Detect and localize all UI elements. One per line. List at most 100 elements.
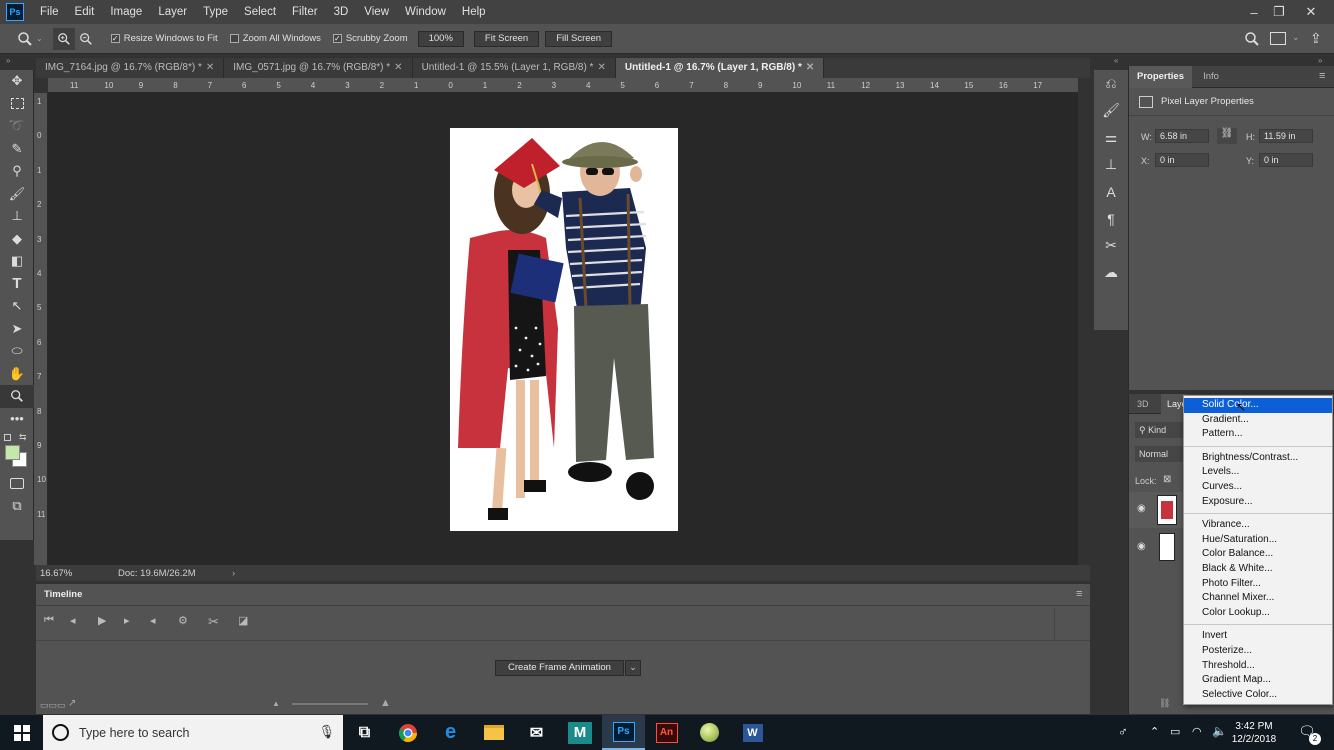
zoom-tool-icon[interactable] — [0, 385, 34, 408]
close-tab-icon[interactable]: ✕ — [806, 62, 814, 73]
resize-windows-checkbox[interactable]: ✓ Resize Windows to Fit — [110, 33, 218, 44]
menu-filter[interactable]: Filter — [284, 0, 326, 24]
menu-file[interactable]: File — [32, 0, 67, 24]
blend-mode-select[interactable]: Normal — [1135, 446, 1185, 462]
brush-settings-icon[interactable]: 🖌 — [1094, 97, 1128, 124]
search-icon[interactable] — [1244, 31, 1260, 50]
settings-gear-icon[interactable]: ⚙ — [178, 614, 188, 627]
layer-row-layer-1[interactable]: ◉ — [1129, 492, 1185, 528]
movie-maker-icon[interactable]: M — [568, 721, 592, 744]
tools-preset-icon[interactable]: ✂ — [1094, 232, 1128, 259]
workspace-icon[interactable] — [1270, 32, 1286, 45]
color-swatches[interactable]: ⇆ — [0, 430, 34, 472]
next-frame-icon[interactable]: ▸ — [124, 614, 130, 627]
menu-type[interactable]: Type — [195, 0, 236, 24]
link-layers-icon[interactable]: ⛓ — [1159, 698, 1170, 709]
close-tab-icon[interactable]: ✕ — [394, 62, 402, 73]
menu-item-black-white[interactable]: Black & White... — [1184, 562, 1332, 577]
close-button[interactable]: ✕ — [1297, 0, 1325, 24]
collapse-dock-icon[interactable]: « — [1114, 56, 1118, 65]
start-button[interactable] — [0, 715, 43, 750]
menu-item-solid-color[interactable]: Solid Color... — [1184, 398, 1332, 413]
type-tool-icon[interactable]: T — [0, 273, 34, 296]
zoom-all-windows-checkbox[interactable]: Zoom All Windows — [229, 33, 321, 44]
more-tools-icon[interactable]: ••• — [0, 408, 34, 431]
foreground-color-swatch[interactable] — [5, 445, 20, 460]
minimize-button[interactable]: – — [1240, 0, 1268, 24]
tab-info[interactable]: Info — [1195, 66, 1227, 88]
transition-icon[interactable]: ◪ — [238, 614, 248, 627]
filter-kind-select[interactable]: ⚲ Kind — [1135, 422, 1185, 438]
libraries-icon[interactable]: ☁ — [1094, 259, 1128, 286]
task-view-icon[interactable]: ⧉ — [343, 715, 386, 750]
menu-edit[interactable]: Edit — [67, 0, 103, 24]
menu-layer[interactable]: Layer — [150, 0, 195, 24]
eraser-tool-icon[interactable]: ◆ — [0, 228, 34, 251]
document-canvas[interactable] — [450, 128, 678, 531]
photoshop-taskbar-icon[interactable]: Ps — [602, 715, 645, 750]
swap-colors-icon[interactable]: ⇆ — [19, 432, 27, 443]
close-tab-icon[interactable]: ✕ — [206, 62, 214, 73]
tab-untitled-1-b[interactable]: Untitled-1 @ 16.7% (Layer 1, RGB/8) * ✕ — [615, 58, 825, 78]
photoshop-logo[interactable]: Ps — [6, 3, 24, 21]
width-field[interactable]: 6.58 in — [1155, 129, 1209, 143]
menu-select[interactable]: Select — [236, 0, 284, 24]
menu-item-selective-color[interactable]: Selective Color... — [1184, 688, 1332, 703]
x-field[interactable]: 0 in — [1155, 153, 1209, 167]
path-selection-tool-icon[interactable]: ➤ — [0, 318, 34, 341]
stamp-tool-icon[interactable]: ⊥ — [0, 205, 34, 228]
menu-view[interactable]: View — [356, 0, 397, 24]
menu-item-levels[interactable]: Levels... — [1184, 465, 1332, 480]
mail-icon[interactable]: ✉ — [515, 715, 558, 750]
menu-item-color-balance[interactable]: Color Balance... — [1184, 547, 1332, 562]
menu-item-curves[interactable]: Curves... — [1184, 480, 1332, 495]
zoom-out-mountain-icon[interactable]: ▲ — [272, 699, 280, 708]
eye-icon[interactable]: ◉ — [1137, 503, 1146, 514]
people-icon[interactable]: ♂ — [1118, 724, 1128, 739]
lasso-tool-icon[interactable]: ➰ — [0, 115, 34, 138]
wifi-icon[interactable]: ◠ — [1192, 725, 1202, 738]
tab-properties[interactable]: Properties — [1129, 66, 1192, 88]
menu-item-gradient[interactable]: Gradient... — [1184, 413, 1332, 428]
move-tool-icon[interactable]: ✥ — [0, 70, 34, 93]
horizontal-ruler[interactable]: 11 10 9 8 7 6 5 4 3 2 1 0 1 2 3 4 5 6 7 8 9 10 11 12 13 14 15 16 17 — [48, 78, 1078, 93]
split-scissors-icon[interactable]: ✂ — [208, 614, 219, 630]
menu-item-channel-mixer[interactable]: Channel Mixer... — [1184, 591, 1332, 606]
default-colors-icon[interactable] — [4, 434, 11, 441]
file-explorer-icon[interactable] — [472, 715, 515, 750]
tray-chevron-up-icon[interactable]: ⌃ — [1150, 725, 1159, 738]
quick-selection-tool-icon[interactable]: ✎ — [0, 138, 34, 161]
marquee-tool-icon[interactable] — [0, 93, 34, 116]
animate-icon[interactable]: An — [645, 715, 688, 750]
timeline-zoom-slider[interactable] — [292, 703, 368, 705]
menu-item-photo-filter[interactable]: Photo Filter... — [1184, 577, 1332, 592]
eyedropper-tool-icon[interactable]: ⚲ — [0, 160, 34, 183]
restore-button[interactable]: ❐ — [1265, 0, 1293, 24]
pen-tool-icon[interactable]: ↖ — [0, 295, 34, 318]
link-icon[interactable]: ⛓ — [1217, 128, 1237, 144]
height-field[interactable]: 11.59 in — [1259, 129, 1313, 143]
zoom-level-readout[interactable]: 16.67% — [40, 568, 112, 579]
word-icon[interactable]: W — [731, 715, 774, 750]
quick-mask-icon[interactable] — [0, 472, 34, 495]
volume-icon[interactable]: 🔈 — [1212, 724, 1227, 738]
convert-icon[interactable]: ↗ — [68, 698, 76, 709]
fit-screen-button[interactable]: Fit Screen — [473, 30, 540, 47]
vertical-ruler[interactable]: 1 0 1 2 3 4 5 6 7 8 9 10 11 — [34, 93, 48, 565]
menu-item-brightness-contrast[interactable]: Brightness/Contrast... — [1184, 451, 1332, 466]
tab-3d[interactable]: 3D — [1137, 399, 1149, 409]
layer-row-background[interactable]: ◉ — [1129, 530, 1185, 564]
media-player-icon[interactable] — [688, 715, 731, 750]
workspace-chevron-icon[interactable]: ⌄ — [1292, 32, 1300, 43]
edge-icon[interactable]: e — [429, 715, 472, 750]
taskbar-search-box[interactable]: Type here to search 🎙 — [43, 715, 343, 750]
clock[interactable]: 3:42 PM 12/2/2018 — [1228, 720, 1280, 746]
paragraph-icon[interactable]: ¶ — [1094, 205, 1128, 232]
menu-help[interactable]: Help — [454, 0, 494, 24]
panel-menu-icon[interactable]: ≡ — [1319, 70, 1325, 82]
zoom-out-icon[interactable] — [75, 28, 97, 50]
menu-item-hue-saturation[interactable]: Hue/Saturation... — [1184, 533, 1332, 548]
zoom-in-mountain-icon[interactable]: ▲ — [380, 697, 391, 709]
zoom-percent-field[interactable]: 100% — [417, 30, 464, 47]
lock-transparent-icon[interactable]: ⊠ — [1163, 474, 1171, 485]
